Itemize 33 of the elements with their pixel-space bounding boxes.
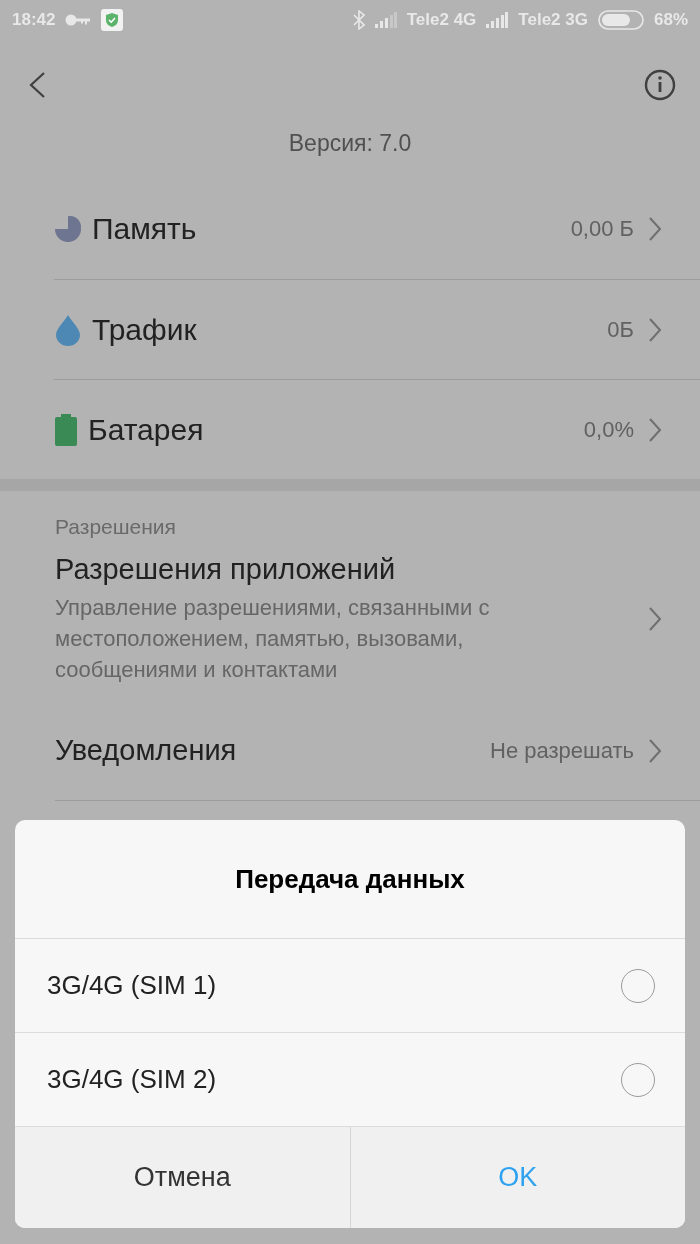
version-label: Версия: 7.0 — [287, 130, 413, 158]
key-icon — [65, 14, 92, 26]
chevron-right-icon — [648, 606, 662, 632]
battery-icon — [597, 10, 644, 30]
row-label: Память — [92, 212, 198, 246]
usage-row[interactable]: Память 0,00 Б — [54, 179, 700, 279]
row-value: Не разрешать — [490, 737, 634, 764]
chevron-right-icon — [648, 416, 662, 443]
chevron-right-icon — [648, 737, 662, 764]
row-value: 0,00 Б — [570, 216, 634, 242]
option-label: 3G/4G (SIM 1) — [47, 970, 218, 1001]
row-label: Батарея — [88, 412, 205, 447]
shield-icon — [101, 9, 124, 31]
info-icon[interactable] — [644, 69, 676, 101]
settings-item[interactable]: Уведомления Не разрешать — [55, 701, 700, 801]
dialog-title: Передача данных — [15, 820, 685, 939]
settings-item[interactable]: Разрешения приложений Управление разрешениями, связанными с местоположением, памятью, вызовами, сообщениями и контактами — [55, 539, 700, 701]
signal-icon — [486, 12, 509, 28]
item-title: Разрешения приложений — [55, 553, 397, 586]
item-title: Уведомления — [55, 734, 238, 767]
chevron-right-icon — [648, 216, 662, 242]
row-label: Трафик — [92, 312, 198, 347]
option-label: 3G/4G (SIM 2) — [47, 1064, 218, 1095]
section-title: Разрешения — [54, 514, 177, 539]
bluetooth-icon — [352, 10, 365, 30]
item-description: Управление разрешениями, связанными с местоположением, памятью, вызовами, сообщениями и контактами — [55, 594, 491, 684]
chevron-right-icon — [648, 316, 662, 343]
option-row[interactable]: 3G/4G (SIM 1) — [15, 939, 685, 1033]
row-value: 0,0% — [583, 416, 634, 443]
usage-row[interactable]: Трафик 0Б — [54, 279, 700, 379]
signal-icon — [374, 12, 397, 28]
back-icon[interactable] — [28, 71, 46, 99]
row-value: 0Б — [607, 316, 634, 343]
